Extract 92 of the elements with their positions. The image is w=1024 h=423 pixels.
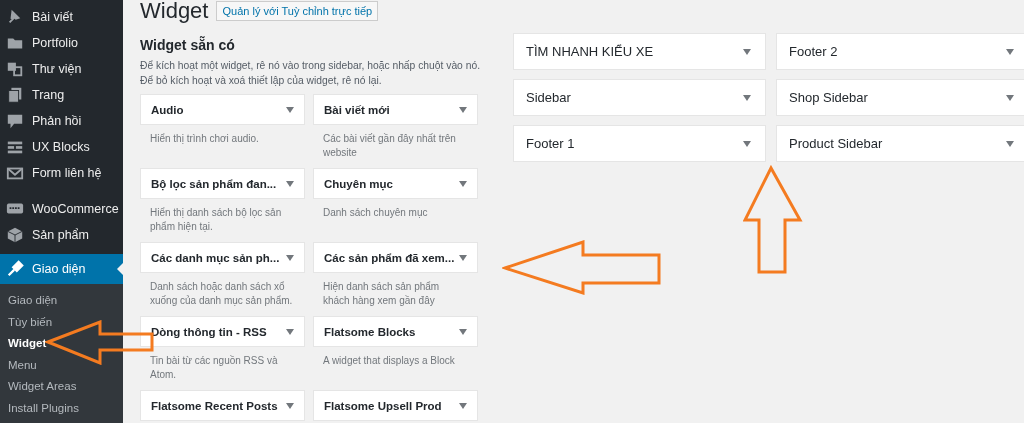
menu-label: Phản hồi [32, 114, 82, 128]
caret-icon[interactable] [459, 254, 467, 261]
area-title: TÌM NHANH KIỂU XE [526, 44, 654, 59]
nav-item[interactable]: Portfolio [0, 30, 123, 56]
widget-description: Hiển thị danh sách bộ lọc sản phẩm hiện tại. [150, 207, 282, 232]
customize-button[interactable]: Quản lý với Tuỳ chỉnh trực tiếp [216, 1, 379, 21]
caret-icon[interactable] [1006, 48, 1014, 55]
caret-icon[interactable] [459, 328, 467, 335]
widget-description: Danh sách hoặc danh sách xổ xuống của danh mục sản phẩm. [150, 281, 293, 306]
page-title: Widget [140, 0, 209, 24]
area-title: Product Sidebar [789, 136, 883, 151]
caret-icon[interactable] [286, 402, 294, 409]
widget-card[interactable]: Chuyên mục [313, 168, 478, 199]
caret-icon[interactable] [1006, 94, 1014, 101]
widget-title: Audio [151, 103, 184, 116]
caret-icon[interactable] [286, 180, 294, 187]
nav-item[interactable]: Sản phẩm [0, 222, 123, 248]
widget-title: Chuyên mục [324, 177, 393, 190]
widget-title: Flatsome Recent Posts [151, 399, 278, 412]
nav-item[interactable]: Bài viết [0, 4, 123, 30]
box-icon [6, 226, 24, 244]
caret-icon[interactable] [286, 254, 294, 261]
section-title: Widget sẵn có [140, 37, 236, 53]
widget-card[interactable]: Bộ lọc sản phẩm đan... [140, 168, 305, 199]
instructions-text: Để bỏ kích hoạt và xoá thiết lập của widget, rê nó lại. [140, 75, 383, 86]
widget-card[interactable]: Flatsome Upsell Prod [313, 390, 478, 421]
widget-description: Hiển thị trình chơi audio. [150, 133, 259, 144]
area-title: Footer 2 [789, 44, 838, 59]
nav-item[interactable]: Giao diện [0, 254, 123, 284]
widget-card[interactable]: Dòng thông tin - RSS [140, 316, 305, 347]
widget-card[interactable]: Flatsome Recent Posts [140, 390, 305, 421]
caret-icon[interactable] [743, 94, 751, 101]
instructions-text: Để kích hoạt một widget, rê nó vào trong sidebar, hoặc nhấp chuột vào nó. [140, 60, 478, 71]
menu-label: WooCommerce [32, 202, 119, 216]
sidebar-area[interactable]: Footer 1 [513, 125, 766, 162]
submenu-link[interactable]: Widget Areas [0, 376, 123, 398]
submenu-link[interactable]: Install Plugins [0, 397, 123, 419]
caret-icon[interactable] [459, 180, 467, 187]
widget-title: Các sản phẩm đã xem... [324, 251, 455, 264]
sidebar-area[interactable]: Footer 2 [776, 33, 1024, 70]
sidebar-area[interactable]: Sidebar [513, 79, 766, 116]
widget-title: Flatsome Blocks [324, 325, 416, 338]
caret-icon[interactable] [286, 328, 294, 335]
area-title: Shop Sidebar [789, 90, 868, 105]
nav-item[interactable]: Form liên hệ [0, 160, 123, 186]
menu-label: Form liên hệ [32, 166, 102, 180]
area-title: Sidebar [526, 90, 571, 105]
widget-card[interactable]: Audio [140, 94, 305, 125]
brush-icon [6, 260, 24, 278]
caret-icon[interactable] [459, 402, 467, 409]
nav-item[interactable]: WooCommerce [0, 196, 123, 222]
widget-description: Danh sách chuyên mục [323, 207, 428, 218]
caret-icon[interactable] [743, 48, 751, 55]
menu-label: Sản phẩm [32, 228, 89, 242]
media-icon [6, 60, 24, 78]
caret-icon[interactable] [459, 106, 467, 113]
widget-card[interactable]: Các sản phẩm đã xem... [313, 242, 478, 273]
caret-icon[interactable] [286, 106, 294, 113]
widget-description: Hiện danh sách sản phẩm khách hàng xem gần đây [323, 281, 440, 306]
nav-item[interactable]: Trang [0, 82, 123, 108]
menu-label: Giao diện [32, 262, 86, 276]
menu-label: UX Blocks [32, 140, 90, 154]
widget-description: Các bài viết gần đây nhất trên website [323, 133, 456, 158]
widget-card[interactable]: Các danh mục sản ph... [140, 242, 305, 273]
sidebar-area[interactable]: Product Sidebar [776, 125, 1024, 162]
menu-label: Bài viết [32, 10, 73, 24]
submenu-link[interactable]: Tùy biến [0, 311, 123, 333]
submenu-link[interactable]: Menu [0, 354, 123, 376]
caret-icon[interactable] [743, 140, 751, 147]
widget-title: Bài viết mới [324, 103, 390, 116]
widget-card[interactable]: Flatsome Blocks [313, 316, 478, 347]
sidebar-area[interactable]: Shop Sidebar [776, 79, 1024, 116]
nav-item[interactable]: UX Blocks [0, 134, 123, 160]
area-title: Footer 1 [526, 136, 575, 151]
widget-title: Dòng thông tin - RSS [151, 325, 267, 338]
caret-icon[interactable] [1006, 140, 1014, 147]
nav-item[interactable]: Phản hồi [0, 108, 123, 134]
menu-label: Thư viện [32, 62, 82, 76]
submenu-link[interactable]: Widget [0, 333, 123, 355]
widget-title: Các danh mục sản ph... [151, 251, 280, 264]
submenu-link[interactable]: Giao diện [0, 290, 123, 312]
sidebar-area[interactable]: TÌM NHANH KIỂU XE [513, 33, 766, 70]
nav-item[interactable]: Thư viện [0, 56, 123, 82]
widget-description: Tin bài từ các nguồn RSS và Atom. [150, 355, 278, 380]
widget-title: Bộ lọc sản phẩm đan... [151, 177, 277, 190]
comment-icon [6, 112, 24, 130]
menu-label: Trang [32, 88, 65, 102]
pages-icon [6, 86, 24, 104]
widget-title: Flatsome Upsell Prod [324, 399, 442, 412]
widget-description: A widget that displays a Block [323, 355, 455, 366]
menu-label: Portfolio [32, 36, 78, 50]
widget-card[interactable]: Bài viết mới [313, 94, 478, 125]
